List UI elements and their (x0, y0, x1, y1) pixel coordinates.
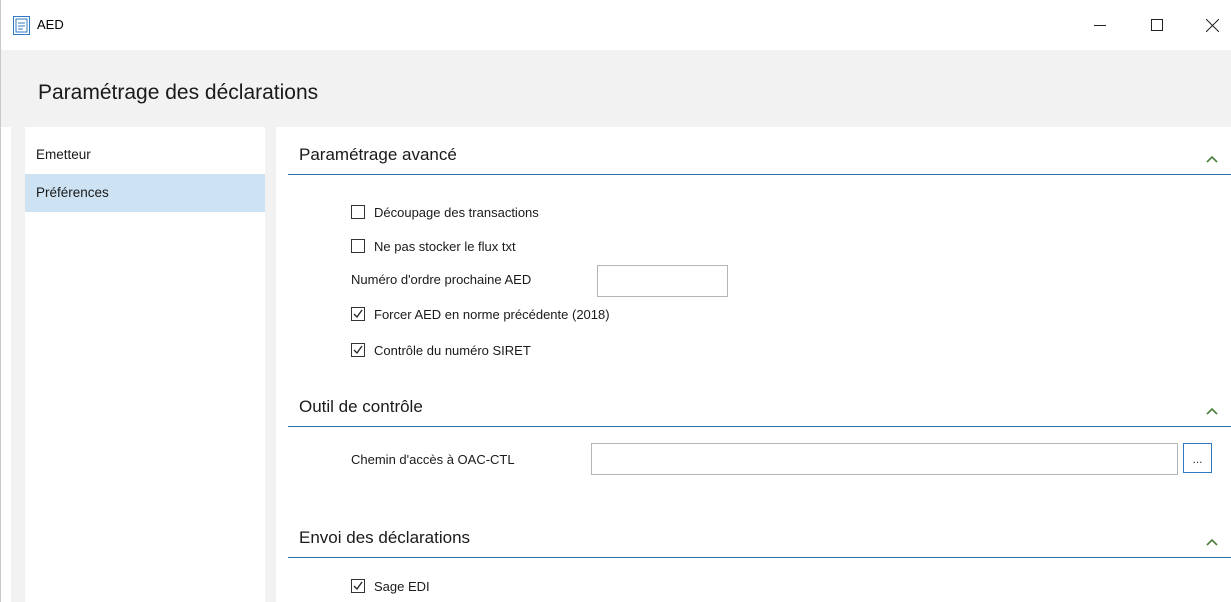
checkmark-icon (353, 581, 363, 591)
page-header: Paramétrage des déclarations (1, 50, 1231, 127)
section-title: Envoi des déclarations (299, 528, 471, 547)
sidebar-item-preferences[interactable]: Préférences (25, 174, 265, 212)
section-title: Outil de contrôle (299, 397, 423, 416)
order-number-label: Numéro d'ordre prochaine AED (351, 272, 532, 287)
close-icon (1205, 18, 1219, 32)
checkbox-label: Sage EDI (374, 578, 430, 594)
maximize-button[interactable] (1134, 0, 1180, 50)
chevron-up-icon[interactable] (1206, 533, 1218, 546)
checkbox-row-siret[interactable]: Contrôle du numéro SIRET (351, 341, 531, 359)
oac-path-label: Chemin d'accès à OAC-CTL (351, 452, 515, 467)
app-window: AED Paramétrage des déclarations Emetteu… (0, 0, 1231, 602)
checkbox-row-split[interactable]: Découpage des transactions (351, 203, 539, 221)
window-title: AED (37, 17, 64, 32)
checkbox-edi[interactable] (351, 579, 365, 593)
checkbox-label: Forcer AED en norme précédente (2018) (374, 306, 610, 322)
section-title: Paramétrage avancé (299, 145, 457, 164)
checkbox-row-force[interactable]: Forcer AED en norme précédente (2018) (351, 305, 610, 323)
checkbox-force[interactable] (351, 307, 365, 321)
browse-button[interactable]: ... (1183, 443, 1212, 473)
minimize-button[interactable] (1077, 0, 1123, 50)
page-title: Paramétrage des déclarations (38, 81, 319, 104)
checkbox-nostore[interactable] (351, 239, 365, 253)
title-bar: AED (1, 0, 1231, 50)
checkbox-label: Contrôle du numéro SIRET (374, 342, 531, 358)
chevron-up-icon[interactable] (1206, 150, 1218, 163)
checkmark-icon (353, 309, 363, 319)
checkmark-icon (353, 345, 363, 355)
checkbox-label: Découpage des transactions (374, 204, 539, 220)
checkbox-row-nostore[interactable]: Ne pas stocker le flux txt (351, 237, 516, 255)
section-header-control-tool[interactable]: Outil de contrôle (288, 384, 1231, 427)
section-header-advanced[interactable]: Paramétrage avancé (288, 132, 1231, 175)
checkbox-siret[interactable] (351, 343, 365, 357)
maximize-icon (1151, 19, 1163, 31)
minimize-icon (1094, 19, 1106, 31)
chevron-up-icon[interactable] (1206, 402, 1218, 415)
close-button[interactable] (1189, 0, 1231, 50)
section-header-sending[interactable]: Envoi des déclarations (288, 515, 1231, 558)
sidebar-item-emetteur[interactable]: Emetteur (25, 136, 265, 174)
app-icon (13, 16, 30, 35)
checkbox-row-edi[interactable]: Sage EDI (351, 577, 430, 595)
oac-path-input[interactable] (591, 443, 1178, 475)
checkbox-split[interactable] (351, 205, 365, 219)
checkbox-label: Ne pas stocker le flux txt (374, 238, 516, 254)
order-number-input[interactable] (597, 265, 728, 297)
